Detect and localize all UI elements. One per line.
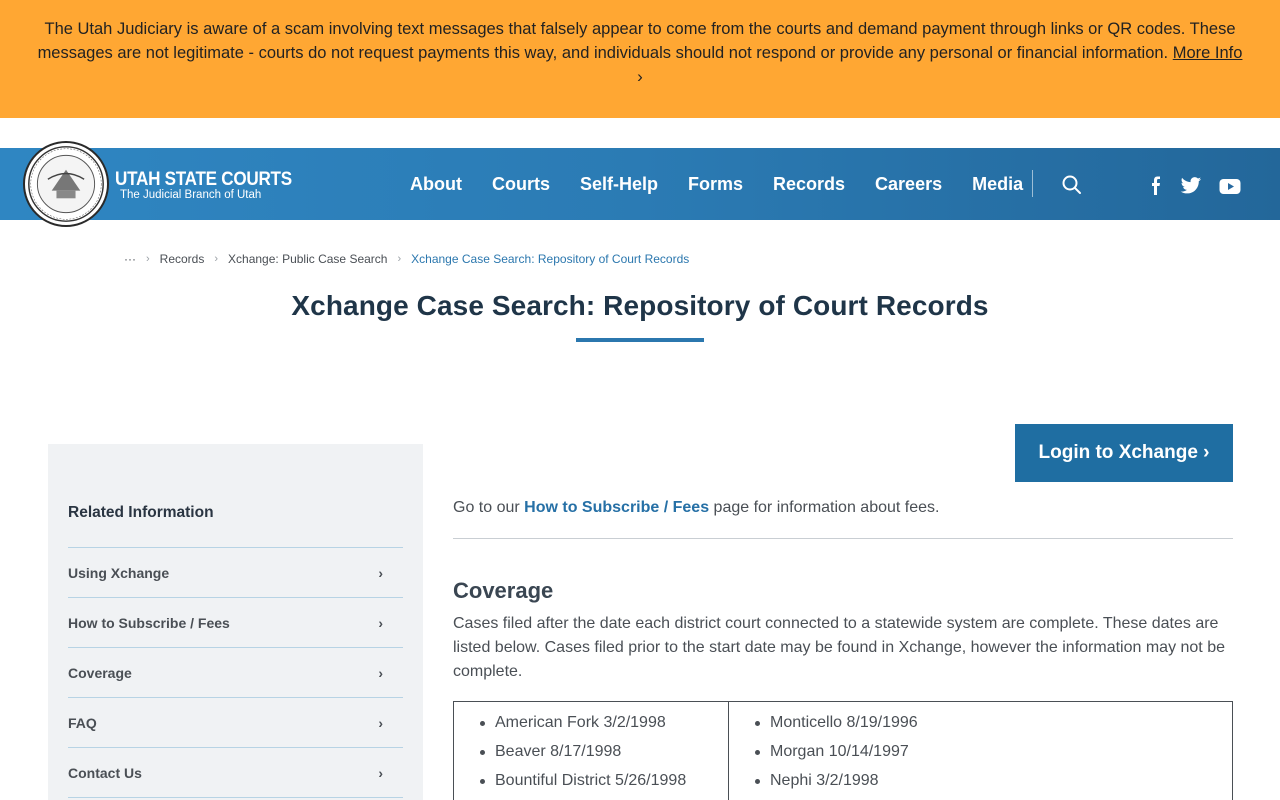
chevron-right-icon[interactable]: › [36,65,1244,89]
login-to-xchange-button[interactable]: Login to Xchange › [1015,424,1233,482]
nav-careers[interactable]: Careers [860,174,957,195]
chevron-right-icon: › [1203,442,1210,463]
seal-icon [28,146,104,222]
list-item: Bountiful District 5/26/1998 [454,766,728,795]
nav-media[interactable]: Media [957,174,1038,195]
main-nav: About Courts Self-Help Forms Records Car… [395,148,1038,220]
chevron-right-icon: › [378,664,383,681]
sidebar-item-label: Contact Us [68,764,142,781]
sidebar-list: Using Xchange › How to Subscribe / Fees … [68,547,403,798]
list-item: Morgan 10/14/1997 [729,737,1232,766]
search-icon[interactable] [1061,174,1083,196]
coverage-heading: Coverage [453,578,554,603]
sidebar-item-contact-us[interactable]: Contact Us › [68,748,403,798]
coverage-description: Cases filed after the date each district… [453,615,1225,680]
sidebar-item-faq[interactable]: FAQ › [68,698,403,748]
nav-forms[interactable]: Forms [673,174,758,195]
related-info-sidebar: Related Information Using Xchange › How … [48,444,423,800]
breadcrumb: ··· › Records › Xchange: Public Case Sea… [124,252,689,266]
breadcrumb-xchange[interactable]: Xchange: Public Case Search [228,252,387,266]
brand-subtitle: The Judicial Branch of Utah [120,189,262,201]
nav-divider [1032,170,1033,197]
sidebar-item-label: FAQ [68,714,97,731]
breadcrumb-current: Xchange Case Search: Repository of Court… [411,252,690,266]
alert-message: The Utah Judiciary is aware of a scam in… [37,20,1236,62]
intro-suffix: page for information about fees. [713,499,940,516]
sidebar-item-using-xchange[interactable]: Using Xchange › [68,548,403,598]
sidebar-heading: Related Information [68,504,214,521]
login-button-label: Login to Xchange [1038,442,1198,463]
breadcrumb-separator-icon: › [146,253,150,265]
list-item: Monticello 8/19/1996 [729,708,1232,737]
coverage-column-1: American Fork 3/2/1998 Beaver 8/17/1998 … [454,702,729,800]
brand-title[interactable]: UTAH STATE COURTS [115,169,292,191]
page-title: Xchange Case Search: Repository of Court… [291,290,989,321]
chevron-right-icon: › [378,764,383,781]
intro-prefix: Go to our [453,499,520,516]
sidebar-item-label: Using Xchange [68,564,170,581]
breadcrumb-separator-icon: › [397,253,402,265]
utah-seal-logo[interactable] [23,141,109,227]
breadcrumb-ellipsis[interactable]: ··· [124,252,136,266]
breadcrumb-records[interactable]: Records [160,252,205,266]
twitter-icon[interactable] [1180,176,1202,196]
sidebar-item-coverage[interactable]: Coverage › [68,648,403,698]
sidebar-item-label: Coverage [68,664,132,681]
scam-alert-banner: The Utah Judiciary is aware of a scam in… [0,0,1280,118]
youtube-icon[interactable] [1219,176,1241,196]
coverage-column-2: Monticello 8/19/1996 Morgan 10/14/1997 N… [729,702,1232,800]
nav-records[interactable]: Records [758,174,860,195]
list-item: Nephi 3/2/1998 [729,766,1232,795]
sidebar-item-subscribe-fees[interactable]: How to Subscribe / Fees › [68,598,403,648]
chevron-right-icon: › [378,564,383,581]
section-divider [453,538,1233,539]
title-underline [576,338,704,342]
breadcrumb-separator-icon: › [214,253,219,265]
list-item: American Fork 3/2/1998 [454,708,728,737]
subscribe-fees-link[interactable]: How to Subscribe / Fees [524,499,709,516]
chevron-right-icon: › [378,614,383,631]
chevron-right-icon: › [378,714,383,731]
list-item: Beaver 8/17/1998 [454,737,728,766]
more-info-link[interactable]: More Info [1173,44,1243,62]
fees-intro: Go to our How to Subscribe / Fees page f… [453,499,939,517]
nav-courts[interactable]: Courts [477,174,565,195]
site-header: UTAH STATE COURTS The Judicial Branch of… [0,141,1280,227]
sidebar-item-label: How to Subscribe / Fees [68,614,230,631]
facebook-icon[interactable] [1148,176,1164,196]
nav-self-help[interactable]: Self-Help [565,174,673,195]
coverage-table: American Fork 3/2/1998 Beaver 8/17/1998 … [453,701,1233,800]
nav-about[interactable]: About [395,174,477,195]
